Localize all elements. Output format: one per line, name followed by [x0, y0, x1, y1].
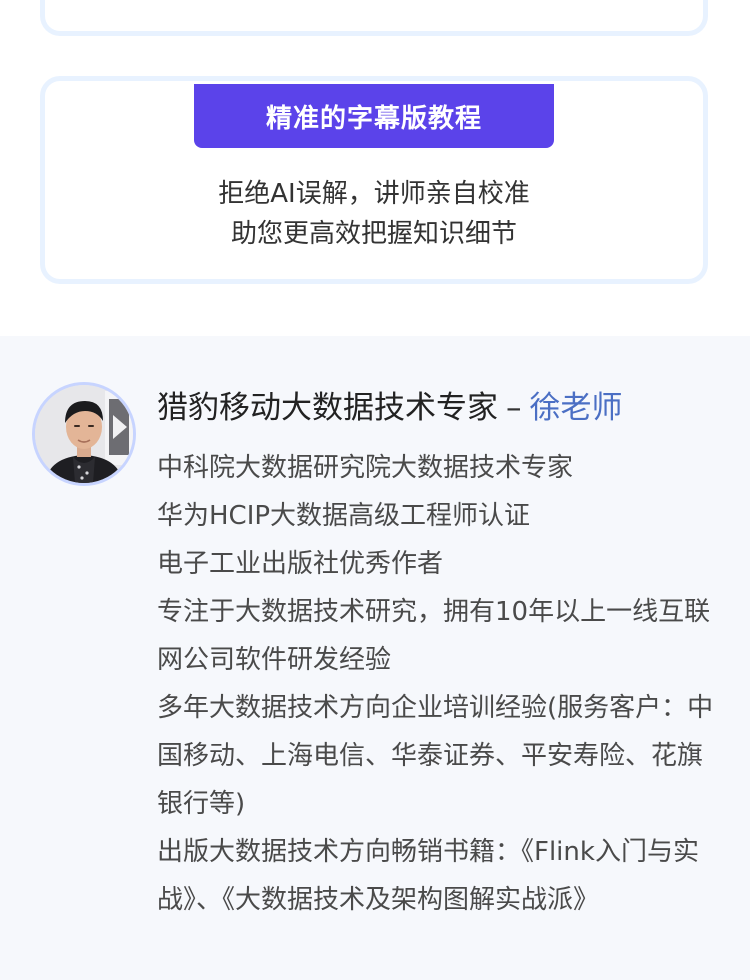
title-separator: –: [506, 390, 522, 426]
teacher-photo-icon: [35, 385, 133, 483]
bio-item: 多年大数据技术方向企业培训经验(服务客户：中国移动、上海电信、华泰证券、平安寿险…: [157, 693, 714, 819]
teacher-position: 猎豹移动大数据技术专家: [157, 390, 498, 426]
bio-item: 出版大数据技术方向畅销书籍：《Flink入门与实战》、《大数据技术及架构图解实战…: [157, 837, 699, 915]
bio-item: 华为HCIP大数据高级工程师认证: [157, 501, 531, 531]
teacher-bio-list: 中科院大数据研究院大数据技术专家 华为HCIP大数据高级工程师认证 电子工业出版…: [157, 444, 719, 924]
bio-item: 专注于大数据技术研究，拥有10年以上一线互联网公司软件研发经验: [157, 597, 711, 675]
feature-description-line-2: 助您更高效把握知识细节: [230, 219, 517, 249]
bio-item: 中科院大数据研究院大数据技术专家: [157, 453, 574, 483]
feature-description-line-1: 拒绝AI误解，讲师亲自校准: [218, 179, 530, 209]
teacher-title: 猎豹移动大数据技术专家 – 徐老师: [157, 386, 623, 430]
feature-description: 拒绝AI误解，讲师亲自校准 助您更高效把握知识细节: [45, 174, 703, 254]
feature-badge: 精准的字幕版教程: [194, 84, 554, 148]
teacher-section: 猎豹移动大数据技术专家 – 徐老师 中科院大数据研究院大数据技术专家 华为HCIP大…: [0, 336, 750, 980]
teacher-avatar: [32, 382, 136, 486]
feature-card-subtitles: 精准的字幕版教程 拒绝AI误解，讲师亲自校准 助您更高效把握知识细节: [40, 76, 708, 284]
bio-item: 电子工业出版社优秀作者: [157, 549, 444, 579]
previous-feature-card: [40, 0, 708, 36]
teacher-name: 徐老师: [529, 390, 623, 426]
